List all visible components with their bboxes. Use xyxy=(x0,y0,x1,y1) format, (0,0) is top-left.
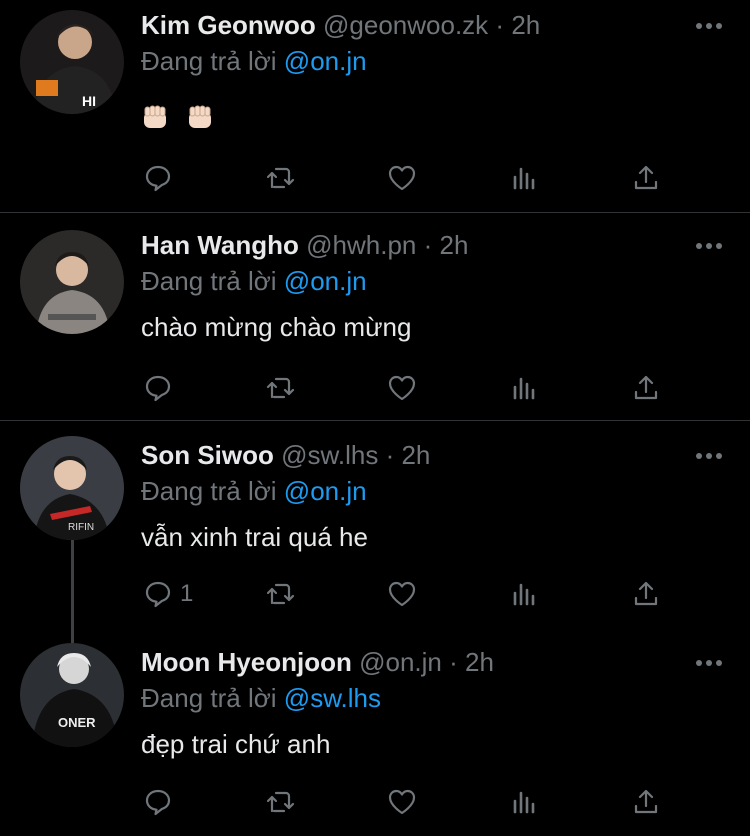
avatar-son-siwoo[interactable]: RIFIN xyxy=(20,436,124,540)
replying-to-label: Đang trả lời xyxy=(141,683,277,713)
like-button[interactable] xyxy=(382,782,422,822)
reply-icon xyxy=(145,581,171,608)
separator-dot: · xyxy=(495,10,505,40)
reply-icon xyxy=(145,165,171,192)
like-button[interactable] xyxy=(382,368,422,408)
replying-to-label: Đang trả lời xyxy=(141,266,277,296)
reply-button[interactable] xyxy=(138,574,178,614)
retweet-icon xyxy=(266,167,295,189)
avatar-kim-geonwoo[interactable]: HI xyxy=(20,10,124,114)
tweet-header: Kim Geonwoo @geonwoo.zk · 2h xyxy=(141,8,540,42)
reply-button[interactable] xyxy=(138,782,178,822)
separator-dot: · xyxy=(385,440,395,470)
share-button[interactable] xyxy=(626,782,666,822)
retweet-icon xyxy=(266,583,295,605)
like-icon xyxy=(388,581,416,607)
share-button[interactable] xyxy=(626,574,666,614)
share-icon xyxy=(634,165,658,190)
share-icon xyxy=(634,375,658,400)
share-icon xyxy=(634,581,658,606)
mention-link[interactable]: @on.jn xyxy=(284,46,367,76)
like-icon xyxy=(388,375,416,401)
raised-fist-emoji xyxy=(144,105,166,129)
share-button[interactable] xyxy=(626,158,666,198)
timestamp[interactable]: 2h xyxy=(465,647,494,677)
timestamp[interactable]: 2h xyxy=(511,10,540,40)
like-button[interactable] xyxy=(382,158,422,198)
like-icon xyxy=(388,165,416,191)
separator-dot: · xyxy=(449,647,458,677)
tweet-header: Son Siwoo @sw.lhs · 2h xyxy=(141,438,430,472)
like-icon xyxy=(388,789,416,815)
retweet-button[interactable] xyxy=(260,158,300,198)
tweet-header: Han Wangho @hwh.pn · 2h xyxy=(141,228,468,262)
tweet-text: vẫn xinh trai quá he xyxy=(141,522,368,552)
reply-count: 1 xyxy=(180,580,194,607)
timestamp[interactable]: 2h xyxy=(440,230,469,260)
tweet-header: Moon Hyeonjoon @on.jn · 2h xyxy=(141,645,494,679)
more-icon[interactable] xyxy=(694,446,724,466)
replying-to: Đang trả lời @on.jn xyxy=(141,264,367,298)
display-name[interactable]: Son Siwoo xyxy=(141,440,274,470)
reply-button[interactable] xyxy=(138,158,178,198)
share-button[interactable] xyxy=(626,368,666,408)
retweet-button[interactable] xyxy=(260,368,300,408)
retweet-button[interactable] xyxy=(260,574,300,614)
reply-button[interactable] xyxy=(138,368,178,408)
analytics-button[interactable] xyxy=(504,574,544,614)
tweet-2[interactable]: Han Wangho @hwh.pn · 2h Đang trả lời @on… xyxy=(0,213,750,420)
analytics-button[interactable] xyxy=(504,782,544,822)
mention-link[interactable]: @on.jn xyxy=(284,476,367,506)
replying-to-label: Đang trả lời xyxy=(141,46,277,76)
retweet-icon xyxy=(266,791,295,813)
reply-icon xyxy=(145,789,171,816)
tweet-4[interactable]: ONER Moon Hyeonjoon @on.jn · 2h Đang trả… xyxy=(0,636,750,836)
display-name[interactable]: Kim Geonwoo xyxy=(141,10,316,40)
analytics-icon xyxy=(513,377,535,400)
display-name[interactable]: Han Wangho xyxy=(141,230,299,260)
handle[interactable]: @sw.lhs xyxy=(281,440,378,470)
svg-text:HI: HI xyxy=(82,93,96,109)
analytics-button[interactable] xyxy=(504,158,544,198)
display-name[interactable]: Moon Hyeonjoon xyxy=(141,647,352,677)
analytics-button[interactable] xyxy=(504,368,544,408)
replying-to: Đang trả lời @sw.lhs xyxy=(141,681,381,715)
more-icon[interactable] xyxy=(694,653,724,673)
retweet-icon xyxy=(266,377,295,399)
share-icon xyxy=(634,789,658,814)
replying-to-label: Đang trả lời xyxy=(141,476,277,506)
handle[interactable]: @geonwoo.zk xyxy=(323,10,488,40)
avatar-moon-hyeonjoon[interactable]: ONER xyxy=(20,643,124,747)
tweet-3[interactable]: RIFIN Son Siwoo @sw.lhs · 2h Đang trả lờ… xyxy=(0,421,750,636)
mention-link[interactable]: @on.jn xyxy=(284,266,367,296)
analytics-icon xyxy=(513,791,535,814)
more-icon[interactable] xyxy=(694,236,724,256)
svg-text:RIFIN: RIFIN xyxy=(68,522,94,533)
tweet-text: chào mừng chào mừng xyxy=(141,312,412,342)
reply-icon xyxy=(145,375,171,402)
retweet-button[interactable] xyxy=(260,782,300,822)
timestamp[interactable]: 2h xyxy=(401,440,430,470)
svg-text:ONER: ONER xyxy=(58,715,96,730)
tweet-text xyxy=(141,98,224,132)
tweet-text: đẹp trai chứ anh xyxy=(141,729,331,759)
analytics-icon xyxy=(513,583,535,606)
mention-link[interactable]: @sw.lhs xyxy=(284,683,381,713)
replying-to: Đang trả lời @on.jn xyxy=(141,474,367,508)
analytics-icon xyxy=(513,167,535,190)
more-icon[interactable] xyxy=(694,16,724,36)
replying-to: Đang trả lời @on.jn xyxy=(141,44,367,78)
tweet-1[interactable]: HI Kim Geonwoo @geonwoo.zk · 2h Đang trả… xyxy=(0,0,750,212)
handle[interactable]: @hwh.pn xyxy=(306,230,416,260)
handle[interactable]: @on.jn xyxy=(359,647,442,677)
separator-dot: · xyxy=(423,230,433,260)
like-button[interactable] xyxy=(382,574,422,614)
raised-fist-emoji xyxy=(189,105,212,129)
avatar-han-wangho[interactable] xyxy=(20,230,124,334)
